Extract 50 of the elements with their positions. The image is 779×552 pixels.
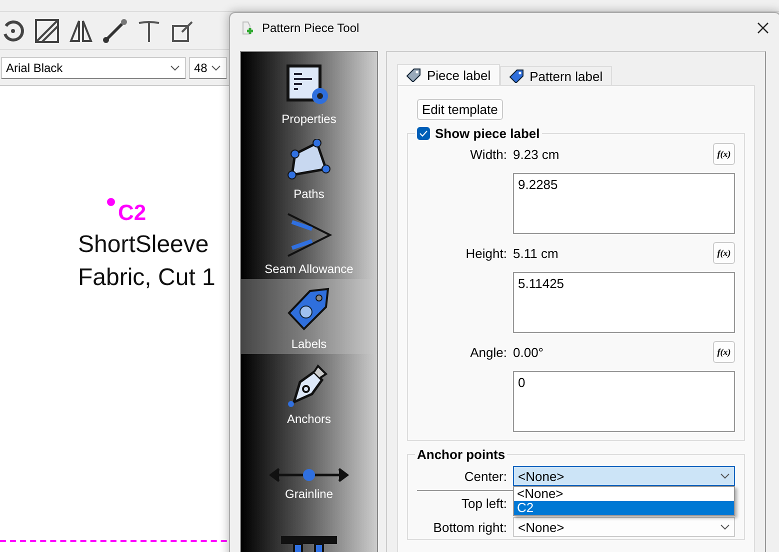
font-size-combo[interactable]: 48 <box>189 56 227 78</box>
tag-icon <box>406 68 422 82</box>
tab[interactable]: Pattern label <box>500 66 612 85</box>
app-icon <box>240 20 256 36</box>
tag-icon <box>508 69 525 83</box>
formula-button[interactable]: f(x) <box>713 242 735 264</box>
sidebar-item[interactable]: Anchors <box>241 354 377 429</box>
field-label: Width: <box>469 146 507 162</box>
tag-gear-icon <box>286 287 332 333</box>
sidebar-item[interactable]: Paths <box>241 129 377 204</box>
window-title: Pattern Piece Tool <box>262 21 360 35</box>
formula-button[interactable]: f(x) <box>713 143 735 165</box>
field-label: Height: <box>464 246 507 260</box>
checkbox-label: Show piece label <box>435 126 540 141</box>
font-combo[interactable]: Arial Black <box>1 56 186 78</box>
tab[interactable]: Piece label <box>397 64 500 85</box>
chevron-down-icon <box>720 524 730 530</box>
value-reading: 5.11 cm <box>513 246 558 260</box>
formula-button[interactable]: f(x) <box>713 341 735 363</box>
piece-label-text: Fabric, Cut 1 <box>78 264 216 292</box>
value-reading: 0.00° <box>513 344 544 360</box>
point-label: C2 <box>118 200 146 226</box>
chevron-down-icon <box>211 64 221 70</box>
field-label: Bottom right: <box>432 520 507 534</box>
double-arrow-icon <box>269 467 349 483</box>
arrow-dot-icon[interactable] <box>102 18 128 44</box>
dropdown-option[interactable]: <None> <box>514 487 734 501</box>
field-label: Top left: <box>460 496 507 510</box>
point-marker <box>107 198 115 206</box>
sidebar-item[interactable]: Properties <box>241 54 377 129</box>
field-label: Center: <box>463 468 507 484</box>
anchor-dropdown[interactable]: <None> <box>513 466 735 486</box>
anchor-dropdown[interactable]: <None> <box>513 517 735 537</box>
piece-label-text: ShortSleeve <box>78 231 209 259</box>
chevron-down-icon <box>170 64 180 70</box>
field-label: Angle: <box>469 344 507 360</box>
checkbox[interactable] <box>417 127 430 140</box>
value-reading: 9.23 cm <box>513 146 560 162</box>
edit-template-button[interactable]: Edit template <box>417 99 503 120</box>
chevron-down-icon <box>720 473 730 479</box>
group-title: Anchor points <box>417 447 506 462</box>
formula-field[interactable]: 9.2285 <box>513 173 735 234</box>
sidebar-item[interactable]: Seam Allowance <box>241 204 377 279</box>
close-icon <box>757 22 769 34</box>
formula-field[interactable]: 5.11425 <box>513 272 735 333</box>
sidebar-item[interactable]: Grainline <box>241 429 377 504</box>
mirror-icon[interactable] <box>68 18 94 44</box>
formula-field[interactable]: 0 <box>513 371 735 432</box>
dropdown-option[interactable]: C2 <box>514 501 734 515</box>
hatched-square-icon[interactable] <box>34 18 60 44</box>
